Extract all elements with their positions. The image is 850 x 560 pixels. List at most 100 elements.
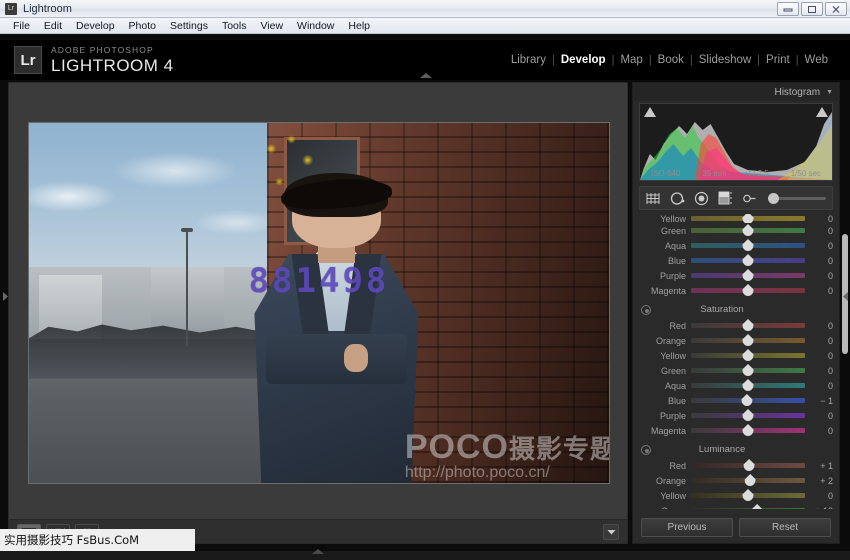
histogram-graph[interactable]: ISO 640 35 mm f / 2.5 1/50 sec bbox=[639, 103, 833, 181]
slider-row[interactable]: Blue − 1 bbox=[639, 393, 833, 408]
menu-item-file[interactable]: File bbox=[6, 20, 37, 32]
slider-row[interactable]: Yellow 0 bbox=[639, 488, 833, 503]
slider-track[interactable] bbox=[691, 243, 805, 248]
slider-track[interactable] bbox=[691, 493, 805, 498]
slider-knob[interactable] bbox=[743, 214, 754, 223]
slider-knob[interactable] bbox=[743, 239, 754, 251]
slider-track[interactable] bbox=[691, 353, 805, 358]
luminance-section-header[interactable]: Luminance bbox=[639, 441, 833, 458]
module-book[interactable]: Book bbox=[652, 54, 690, 66]
slider-row[interactable]: Green 0 bbox=[639, 223, 833, 238]
slider-row[interactable]: Green 0 bbox=[639, 363, 833, 378]
slider-track[interactable] bbox=[691, 228, 805, 233]
slider-knob[interactable] bbox=[743, 349, 754, 361]
slider-row[interactable]: Yellow 0 bbox=[639, 214, 833, 223]
brush-size-knob[interactable] bbox=[768, 193, 779, 204]
slider-knob[interactable] bbox=[752, 504, 763, 509]
slider-knob[interactable] bbox=[743, 284, 754, 296]
slider-knob[interactable] bbox=[743, 254, 754, 266]
graduated-filter-icon[interactable] bbox=[718, 191, 733, 206]
slider-value: 0 bbox=[805, 366, 833, 376]
slider-row[interactable]: Red 0 bbox=[639, 318, 833, 333]
slider-knob[interactable] bbox=[743, 269, 754, 281]
slider-knob[interactable] bbox=[743, 379, 754, 391]
spot-removal-icon[interactable] bbox=[670, 191, 685, 206]
reset-button[interactable]: Reset bbox=[739, 518, 831, 537]
slider-track[interactable] bbox=[691, 463, 805, 468]
slider-row[interactable]: Yellow 0 bbox=[639, 348, 833, 363]
saturation-section-header[interactable]: Saturation bbox=[639, 301, 833, 318]
target-adjustment-icon[interactable] bbox=[641, 305, 651, 315]
menu-item-edit[interactable]: Edit bbox=[37, 20, 69, 32]
slider-knob[interactable] bbox=[744, 459, 755, 471]
slider-row[interactable]: Orange 0 bbox=[639, 333, 833, 348]
slider-track[interactable] bbox=[691, 383, 805, 388]
menu-item-help[interactable]: Help bbox=[341, 20, 377, 32]
slider-knob[interactable] bbox=[745, 474, 756, 486]
slider-row[interactable]: Magenta 0 bbox=[639, 423, 833, 438]
module-develop[interactable]: Develop bbox=[555, 54, 612, 66]
maximize-button[interactable] bbox=[801, 2, 823, 16]
exif-aperture: f / 2.5 bbox=[749, 169, 769, 178]
module-slideshow[interactable]: Slideshow bbox=[693, 54, 757, 66]
slider-row[interactable]: Green + 13 bbox=[639, 503, 833, 509]
slider-track[interactable] bbox=[691, 258, 805, 263]
slider-knob[interactable] bbox=[743, 409, 754, 421]
slider-track[interactable] bbox=[691, 338, 805, 343]
module-library[interactable]: Library bbox=[505, 54, 552, 66]
adjustment-brush-icon[interactable] bbox=[742, 191, 757, 206]
menu-item-view[interactable]: View bbox=[253, 20, 290, 32]
menu-item-window[interactable]: Window bbox=[290, 20, 341, 32]
slider-row[interactable]: Aqua 0 bbox=[639, 378, 833, 393]
slider-track[interactable] bbox=[691, 368, 805, 373]
brush-size-slider[interactable] bbox=[768, 197, 826, 200]
slider-row[interactable]: Aqua 0 bbox=[639, 238, 833, 253]
slider-knob[interactable] bbox=[743, 224, 754, 236]
slider-knob[interactable] bbox=[743, 489, 754, 501]
minimize-button[interactable] bbox=[777, 2, 799, 16]
slider-track[interactable] bbox=[691, 288, 805, 293]
top-panel-collapse-arrow[interactable] bbox=[418, 66, 434, 73]
slider-track[interactable] bbox=[691, 508, 805, 509]
module-web[interactable]: Web bbox=[799, 54, 834, 66]
close-button[interactable] bbox=[825, 2, 847, 16]
slider-row[interactable]: Purple 0 bbox=[639, 268, 833, 283]
menu-item-photo[interactable]: Photo bbox=[122, 20, 163, 32]
slider-track[interactable] bbox=[691, 413, 805, 418]
slider-knob[interactable] bbox=[743, 424, 754, 436]
right-panel-collapse-arrow[interactable] bbox=[842, 289, 850, 300]
slider-track[interactable] bbox=[691, 428, 805, 433]
slider-track[interactable] bbox=[691, 273, 805, 278]
slider-track[interactable] bbox=[691, 323, 805, 328]
menu-item-settings[interactable]: Settings bbox=[163, 20, 215, 32]
photo-frame[interactable]: 881498 POCO摄影专题 http://photo.poco.cn/ bbox=[29, 123, 609, 483]
slider-row[interactable]: Orange + 2 bbox=[639, 473, 833, 488]
histogram-panel-header[interactable]: Histogram ▼ bbox=[633, 83, 839, 101]
menu-item-tools[interactable]: Tools bbox=[215, 20, 254, 32]
chevron-down-icon[interactable]: ▼ bbox=[826, 89, 833, 96]
slider-row[interactable]: Purple 0 bbox=[639, 408, 833, 423]
module-map[interactable]: Map bbox=[614, 54, 648, 66]
menu-item-develop[interactable]: Develop bbox=[69, 20, 122, 32]
previous-button[interactable]: Previous bbox=[641, 518, 733, 537]
slider-track[interactable] bbox=[691, 478, 805, 483]
slider-track[interactable] bbox=[691, 398, 805, 403]
slider-knob[interactable] bbox=[743, 334, 754, 346]
red-eye-icon[interactable] bbox=[694, 191, 709, 206]
crop-overlay-icon[interactable] bbox=[646, 191, 661, 206]
slider-track[interactable] bbox=[691, 216, 805, 221]
develop-tool-strip bbox=[639, 186, 833, 210]
toolbar-options-caret[interactable] bbox=[603, 524, 619, 540]
filmstrip-collapse-arrow[interactable] bbox=[310, 542, 326, 549]
slider-knob[interactable] bbox=[743, 364, 754, 376]
target-adjustment-icon[interactable] bbox=[641, 445, 651, 455]
slider-row[interactable]: Blue 0 bbox=[639, 253, 833, 268]
slider-label: Green bbox=[639, 366, 691, 376]
slider-knob[interactable] bbox=[743, 319, 754, 331]
slider-row[interactable]: Magenta 0 bbox=[639, 283, 833, 298]
slider-value: 0 bbox=[805, 321, 833, 331]
slider-value: 0 bbox=[805, 336, 833, 346]
slider-row[interactable]: Red + 1 bbox=[639, 458, 833, 473]
module-print[interactable]: Print bbox=[760, 54, 796, 66]
slider-knob[interactable] bbox=[741, 394, 752, 406]
